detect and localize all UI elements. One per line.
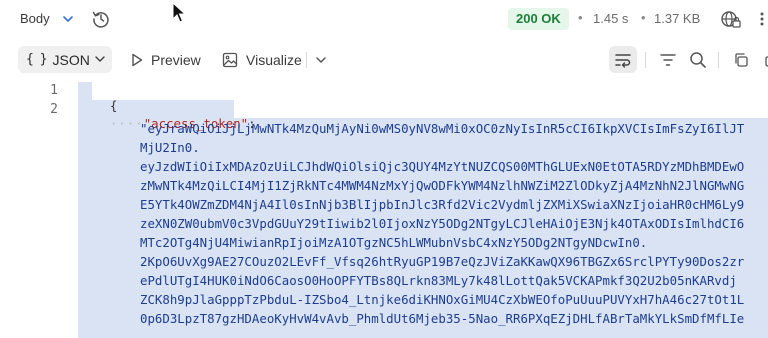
divider <box>645 52 646 68</box>
preview-button[interactable]: Preview <box>131 46 201 73</box>
json-string-value: ePdlUTgI4HUK0iNdO6CaosO0HoOPFYTBs8QLrkn8… <box>140 273 737 288</box>
play-icon <box>132 53 143 66</box>
visualize-label: Visualize <box>246 51 302 68</box>
json-string-value: eyJzdWIiOiIxMDAzOzUiLCJhdWQiOlsiQjc3QUY4… <box>140 159 745 174</box>
history-icon[interactable] <box>91 9 111 29</box>
json-string-value: E5YTk4OWZmZDM4NjA4Il0sInNjb3BlIjpbInJlc3… <box>140 197 745 212</box>
separator-dot: • <box>578 10 583 25</box>
chevron-down-icon <box>95 56 105 62</box>
globe-lock-icon[interactable] <box>720 9 742 29</box>
response-toolbar: { } JSON Preview Visualize <box>0 42 768 76</box>
filter-button[interactable] <box>654 46 682 73</box>
braces-icon: { } <box>26 52 48 67</box>
cursor-icon <box>172 2 187 23</box>
line-number: 1 <box>50 83 58 98</box>
json-string-value: MjU2In0. <box>140 140 200 155</box>
response-header: Body 200 OK • 1.45 s • 1.37 KB <box>0 0 768 38</box>
divider <box>718 52 719 68</box>
status-badge: 200 OK <box>508 8 569 30</box>
search-button[interactable] <box>684 46 712 73</box>
format-select[interactable]: { } JSON <box>18 46 112 73</box>
line-number: 2 <box>50 102 58 117</box>
filter-icon <box>660 53 676 66</box>
copy-icon <box>765 55 768 67</box>
response-time: 1.45 s <box>593 11 629 26</box>
divider <box>306 52 307 68</box>
copy-icon <box>735 52 748 67</box>
json-string-value: ZCK8h9pJlaGpppTzPbduL-IZSbo4_Ltnjke6diKH… <box>140 292 745 307</box>
format-select-label: JSON <box>52 51 90 68</box>
more-actions-button[interactable] <box>755 46 768 73</box>
copy-button[interactable] <box>727 46 755 73</box>
json-string-value: MTc2OTg4NjU4MiwianRpIjoiMzA1OTgzNC5hLWMu… <box>140 235 648 250</box>
body-tab-label[interactable]: Body <box>20 11 50 26</box>
chevron-down-icon[interactable] <box>314 53 328 67</box>
json-string-value: zMwNTk4MzQiLCI4MjI1ZjRkNTc4MWM4NzMxYjQwO… <box>140 178 745 193</box>
json-string-value: 0p6D3LpzT87gzHDAeoKyHvW4vAvb_PhmldUt6Mje… <box>140 311 745 326</box>
response-size: 1.37 KB <box>654 11 701 26</box>
preview-label: Preview <box>151 51 201 68</box>
more-icon[interactable] <box>755 9 768 29</box>
wrap-lines-button[interactable] <box>609 46 637 73</box>
separator-dot: • <box>641 10 646 25</box>
json-string-value: "eyJraWQiOiJjLjMwNTk4MzQuMjAyNi0wMS0yNV8… <box>140 121 745 136</box>
json-string-value: zeXN0ZW0ubmV0c3VpdGUuY29tIiwib2l0IjoxNzY… <box>140 216 745 231</box>
response-body-editor[interactable]: 1 2 { ····"access_token": "eyJraWQiOiJjL… <box>0 80 768 338</box>
visualize-button[interactable]: Visualize <box>222 46 302 73</box>
search-icon <box>690 51 706 68</box>
json-string-value: 2KpO6UvXg9AE27COuzO2LEvFf_Vfsq26htRyuGP1… <box>140 254 745 269</box>
chevron-down-icon[interactable] <box>60 11 76 27</box>
image-icon <box>222 52 238 67</box>
wrap-icon <box>615 53 631 68</box>
indent-guide: ···· <box>109 116 144 131</box>
